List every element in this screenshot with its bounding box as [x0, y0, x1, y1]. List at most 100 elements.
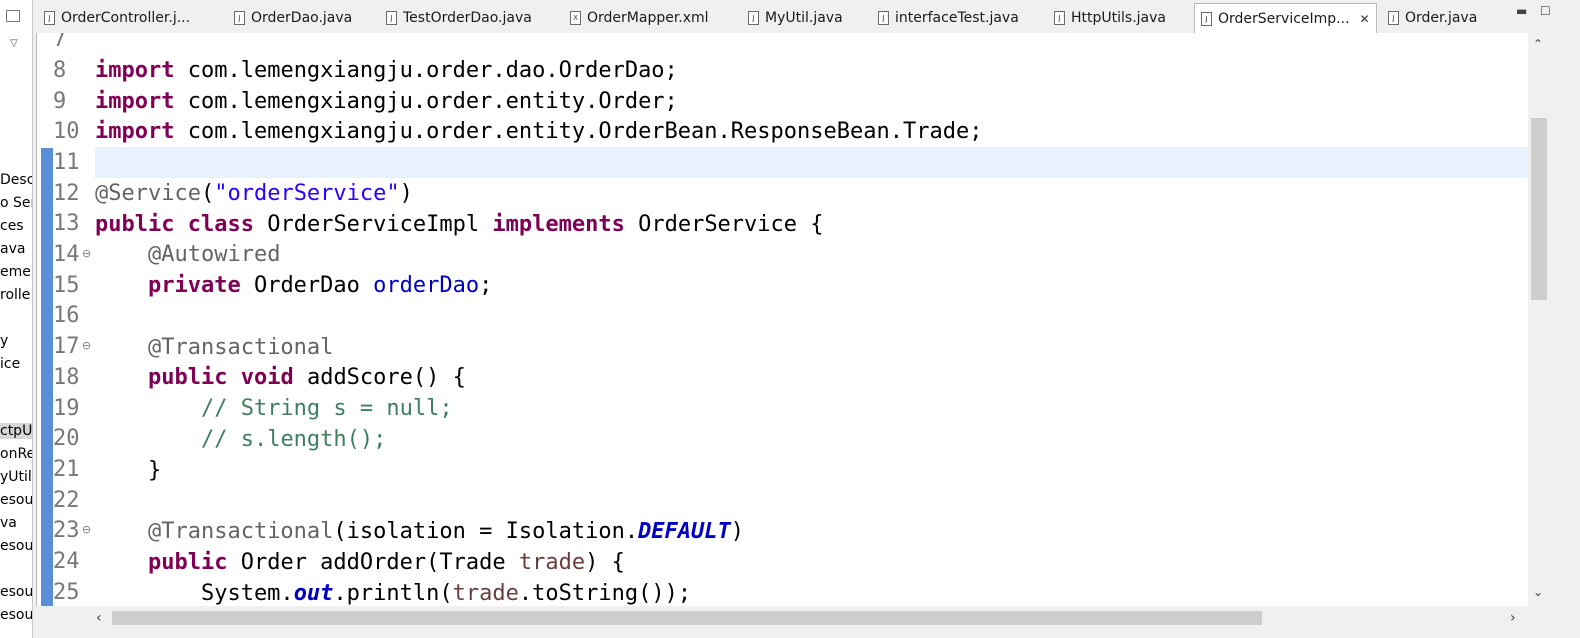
line-number: 20 — [53, 426, 80, 451]
line-number-gutter: 7 8 9 10 11 12 13 14 15 16 17 18 19 20 2… — [53, 33, 93, 606]
java-file-icon: J — [1054, 11, 1065, 25]
xml-file-icon: X — [570, 11, 581, 25]
minimize-icon[interactable]: ▬ — [1516, 4, 1527, 18]
java-file-icon: J — [234, 11, 245, 25]
line-number: 18 — [53, 365, 80, 390]
code-line[interactable]: public void addScore() { — [95, 362, 1531, 393]
code-line[interactable] — [95, 33, 1531, 55]
code-line[interactable]: } — [95, 455, 1531, 486]
line-number: 22 — [53, 488, 80, 513]
code-line[interactable]: @Transactional — [95, 332, 1531, 363]
java-file-icon: J — [1388, 11, 1399, 25]
code-line[interactable]: public Order addOrder(Trade trade) { — [95, 547, 1531, 578]
scroll-up-icon[interactable]: ⌃ — [1533, 37, 1543, 51]
scroll-down-icon[interactable]: ⌄ — [1533, 585, 1543, 599]
explorer-item[interactable]: esou — [0, 492, 32, 508]
java-file-icon: J — [878, 11, 889, 25]
tab-test-order-dao[interactable]: J TestOrderDao.java — [386, 4, 532, 32]
explorer-item[interactable]: rolle — [0, 287, 30, 303]
code-line[interactable]: import com.lemengxiangju.order.dao.Order… — [95, 55, 1531, 86]
explorer-item-selected[interactable]: ctpUt — [0, 423, 32, 439]
explorer-item[interactable]: va — [0, 515, 17, 531]
tab-label: OrderMapper.xml — [587, 10, 709, 26]
line-number: 11 — [53, 150, 80, 175]
line-number: 24 — [53, 549, 80, 574]
line-number: 8 — [53, 58, 67, 83]
code-line[interactable] — [95, 147, 1531, 178]
view-menu-icon[interactable]: ▽ — [10, 38, 18, 49]
close-tab-icon[interactable]: ✕ — [1360, 12, 1370, 26]
code-line[interactable] — [95, 485, 1531, 516]
explorer-item[interactable]: esou — [0, 607, 32, 623]
explorer-item[interactable]: ces — [0, 218, 24, 234]
explorer-item[interactable]: Desc — [0, 172, 32, 188]
tab-label: Order.java — [1405, 10, 1478, 26]
overview-ruler — [41, 33, 53, 606]
editor-tab-bar: J OrderController.j... J OrderDao.java J… — [36, 0, 1580, 34]
tab-label: interfaceTest.java — [895, 10, 1019, 26]
horizontal-scrollbar[interactable]: ‹ › — [90, 606, 1528, 630]
horizontal-scroll-thumb[interactable] — [112, 611, 1262, 625]
line-number: 7 — [53, 33, 67, 52]
line-number: 19 — [53, 396, 80, 421]
tab-order-service-impl[interactable]: J OrderServiceImp... ✕ — [1194, 3, 1377, 34]
project-explorer[interactable]: ▽ Desc o Ser ces ava emeng rolle y ice c… — [0, 0, 33, 638]
vertical-scroll-thumb[interactable] — [1531, 118, 1547, 300]
vertical-scrollbar[interactable]: ⌃ ⌄ — [1528, 33, 1550, 606]
tab-label: HttpUtils.java — [1071, 10, 1166, 26]
explorer-item[interactable]: ava — [0, 241, 25, 257]
explorer-item[interactable]: esour — [0, 538, 32, 554]
tab-label: OrderController.j... — [61, 10, 191, 26]
line-number: 15 — [53, 273, 80, 298]
explorer-item[interactable]: o Ser — [0, 195, 32, 211]
tab-my-util[interactable]: J MyUtil.java — [748, 4, 843, 32]
explorer-item[interactable]: yUtil — [0, 469, 32, 485]
change-marker — [41, 148, 53, 606]
tab-order-dao[interactable]: J OrderDao.java — [234, 4, 352, 32]
explorer-item[interactable]: y — [0, 333, 8, 349]
line-number: 16 — [53, 303, 80, 328]
line-number: 10 — [53, 119, 80, 144]
tab-order[interactable]: J Order.java — [1388, 4, 1477, 32]
java-file-icon: J — [1201, 12, 1212, 26]
line-number: 12 — [53, 181, 80, 206]
tab-label: OrderDao.java — [251, 10, 353, 26]
explorer-item[interactable]: onRe — [0, 446, 32, 462]
code-line[interactable]: import com.lemengxiangju.order.entity.Or… — [95, 116, 1531, 147]
code-line[interactable]: System.out.println(trade.toString()); — [95, 578, 1531, 606]
tab-order-mapper[interactable]: X OrderMapper.xml — [570, 4, 709, 32]
line-number: 21 — [53, 457, 80, 482]
maximize-icon[interactable]: ☐ — [1540, 4, 1551, 18]
code-line[interactable]: import com.lemengxiangju.order.entity.Or… — [95, 86, 1531, 117]
fold-toggle-icon[interactable]: ⊖ — [82, 523, 91, 536]
code-line[interactable]: @Service("orderService") — [95, 178, 1531, 209]
explorer-item[interactable]: ice — [0, 356, 20, 372]
java-file-icon: J — [748, 11, 759, 25]
line-number: 9 — [53, 89, 67, 114]
fold-toggle-icon[interactable]: ⊖ — [82, 247, 91, 260]
code-line[interactable]: // String s = null; — [95, 393, 1531, 424]
scroll-right-icon[interactable]: › — [1510, 610, 1516, 626]
scroll-left-icon[interactable]: ‹ — [96, 610, 102, 626]
tab-order-controller[interactable]: J OrderController.j... — [44, 4, 190, 32]
fold-toggle-icon[interactable]: ⊖ — [82, 339, 91, 352]
tab-interface-test[interactable]: J interfaceTest.java — [878, 4, 1019, 32]
code-line[interactable]: private OrderDao orderDao; — [95, 270, 1531, 301]
tab-label: OrderServiceImp... — [1218, 11, 1350, 27]
java-file-icon: J — [386, 11, 397, 25]
line-number: 13 — [53, 211, 80, 236]
tab-label: MyUtil.java — [765, 10, 843, 26]
code-line[interactable] — [95, 301, 1531, 332]
explorer-item[interactable]: esou — [0, 584, 32, 600]
java-file-icon: J — [44, 11, 55, 25]
code-editor[interactable]: 7 8 9 10 11 12 13 14 15 16 17 18 19 20 2… — [36, 33, 1549, 606]
explorer-item[interactable]: emeng — [0, 264, 32, 280]
tab-http-utils[interactable]: J HttpUtils.java — [1054, 4, 1166, 32]
code-line[interactable]: // s.length(); — [95, 424, 1531, 455]
code-line[interactable]: @Transactional(isolation = Isolation.DEF… — [95, 516, 1531, 547]
code-line[interactable]: public class OrderServiceImpl implements… — [95, 209, 1531, 240]
minimize-view-icon[interactable] — [6, 10, 20, 22]
code-line[interactable]: @Autowired — [95, 239, 1531, 270]
line-number: 25 — [53, 580, 80, 605]
tab-label: TestOrderDao.java — [403, 10, 532, 26]
